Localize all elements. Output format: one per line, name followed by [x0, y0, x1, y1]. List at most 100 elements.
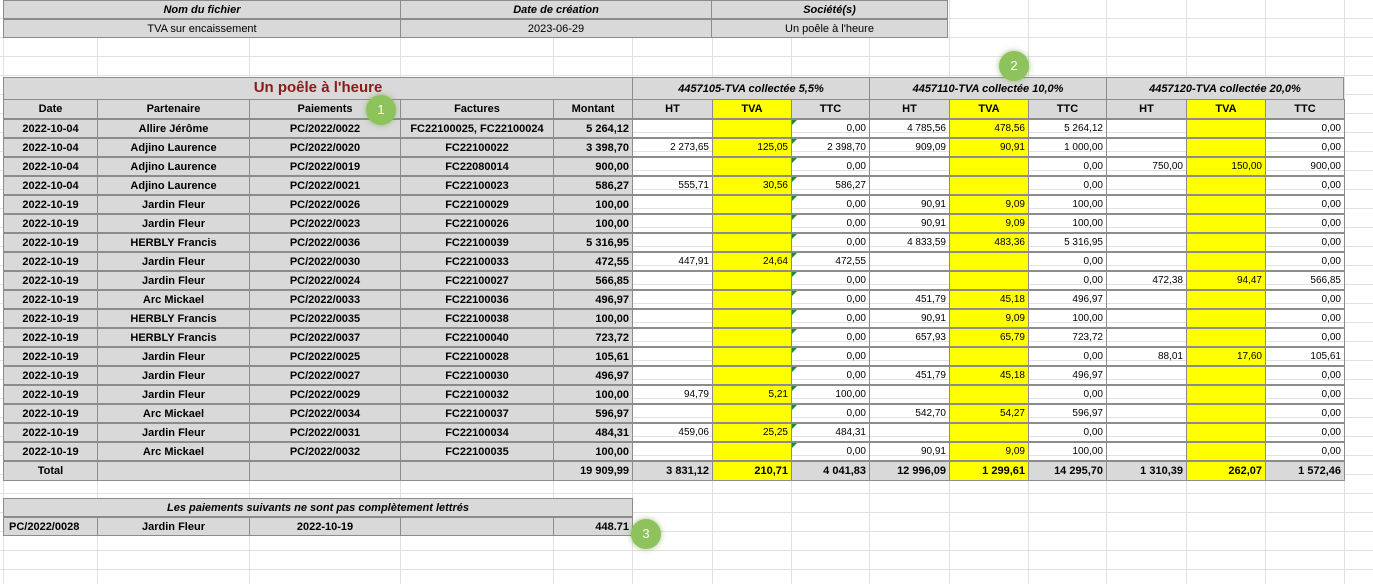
cell-amount[interactable]: 100,00 — [553, 309, 633, 328]
cell-tva-20[interactable]: 94,47 — [1186, 271, 1266, 290]
cell-tva-20[interactable] — [1186, 442, 1266, 461]
cell-tva-5[interactable] — [712, 442, 792, 461]
cell-ttc-5[interactable]: 0,00 — [791, 404, 870, 423]
cell-tva-10[interactable] — [949, 157, 1029, 176]
cell-payment[interactable]: PC/2022/0033 — [249, 290, 401, 309]
cell-tva-10[interactable] — [949, 385, 1029, 404]
cell-invoice[interactable]: FC22100022 — [400, 138, 554, 157]
cell-invoice[interactable]: FC22080014 — [400, 157, 554, 176]
cell-ttc-20[interactable]: 0,00 — [1265, 214, 1345, 233]
cell-invoice[interactable]: FC22100032 — [400, 385, 554, 404]
cell-ht-20[interactable] — [1106, 442, 1187, 461]
cell-tva-5[interactable] — [712, 119, 792, 138]
cell-ht-5[interactable]: 555,71 — [632, 176, 713, 195]
cell-tva-5[interactable] — [712, 157, 792, 176]
cell-date[interactable]: 2022-10-19 — [3, 290, 98, 309]
cell-payment[interactable]: PC/2022/0027 — [249, 366, 401, 385]
cell-ht-20[interactable] — [1106, 328, 1187, 347]
cell-ttc-10[interactable]: 0,00 — [1028, 347, 1107, 366]
cell-partner[interactable]: Allire Jérôme — [97, 119, 250, 138]
cell-tva-20[interactable] — [1186, 423, 1266, 442]
cell-date[interactable]: 2022-10-19 — [3, 423, 98, 442]
cell-ttc-10[interactable]: 5 264,12 — [1028, 119, 1107, 138]
cell-payment[interactable]: PC/2022/0020 — [249, 138, 401, 157]
cell-partner[interactable]: HERBLY Francis — [97, 309, 250, 328]
cell-ht-20[interactable] — [1106, 309, 1187, 328]
cell-tva-10[interactable] — [949, 252, 1029, 271]
cell-ttc-20[interactable]: 0,00 — [1265, 423, 1345, 442]
cell-payment[interactable]: PC/2022/0021 — [249, 176, 401, 195]
cell-ttc-10[interactable]: 0,00 — [1028, 176, 1107, 195]
cell-amount[interactable]: 5 316,95 — [553, 233, 633, 252]
cell-tva-20[interactable] — [1186, 195, 1266, 214]
cell-ttc-5[interactable]: 100,00 — [791, 385, 870, 404]
cell-ht-20[interactable] — [1106, 138, 1187, 157]
cell-ttc-5[interactable]: 0,00 — [791, 442, 870, 461]
cell-date[interactable]: 2022-10-19 — [3, 309, 98, 328]
cell-amount[interactable]: 586,27 — [553, 176, 633, 195]
cell-ht-10[interactable] — [869, 423, 950, 442]
cell-ttc-10[interactable]: 0,00 — [1028, 423, 1107, 442]
cell-ht-20[interactable] — [1106, 119, 1187, 138]
cell-ht-5[interactable] — [632, 328, 713, 347]
cell-partner[interactable]: Jardin Fleur — [97, 252, 250, 271]
cell-invoice[interactable]: FC22100034 — [400, 423, 554, 442]
cell-ttc-5[interactable]: 2 398,70 — [791, 138, 870, 157]
cell-ttc-5[interactable]: 0,00 — [791, 233, 870, 252]
cell-partner[interactable]: Jardin Fleur — [97, 347, 250, 366]
cell-tva-10[interactable]: 9,09 — [949, 309, 1029, 328]
cell-date[interactable]: 2022-10-19 — [3, 442, 98, 461]
cell-tva-10[interactable] — [949, 347, 1029, 366]
cell-tva-20[interactable] — [1186, 119, 1266, 138]
cell-date[interactable]: 2022-10-19 — [3, 271, 98, 290]
cell-ttc-10[interactable]: 0,00 — [1028, 385, 1107, 404]
cell-partner[interactable]: HERBLY Francis — [97, 233, 250, 252]
cell-payment[interactable]: PC/2022/0036 — [249, 233, 401, 252]
cell-ttc-20[interactable]: 0,00 — [1265, 195, 1345, 214]
cell-ttc-5[interactable]: 0,00 — [791, 195, 870, 214]
cell-amount[interactable]: 596,97 — [553, 404, 633, 423]
cell-ht-10[interactable]: 909,09 — [869, 138, 950, 157]
cell-ht-10[interactable] — [869, 157, 950, 176]
cell-partner[interactable]: Adjino Laurence — [97, 176, 250, 195]
cell-ttc-5[interactable]: 0,00 — [791, 157, 870, 176]
cell-payment[interactable]: PC/2022/0024 — [249, 271, 401, 290]
cell-ht-20[interactable]: 472,38 — [1106, 271, 1187, 290]
cell-ht-20[interactable] — [1106, 176, 1187, 195]
cell-tva-10[interactable]: 9,09 — [949, 214, 1029, 233]
cell-partner[interactable]: Jardin Fleur — [97, 195, 250, 214]
cell-ht-10[interactable]: 657,93 — [869, 328, 950, 347]
cell-date[interactable]: 2022-10-19 — [3, 195, 98, 214]
cell-tva-5[interactable] — [712, 366, 792, 385]
cell-payment[interactable]: PC/2022/0019 — [249, 157, 401, 176]
cell-tva-20[interactable] — [1186, 233, 1266, 252]
cell-ht-10[interactable]: 90,91 — [869, 309, 950, 328]
cell-tva-5[interactable] — [712, 233, 792, 252]
cell-payment[interactable]: PC/2022/0023 — [249, 214, 401, 233]
cell-invoice[interactable]: FC22100033 — [400, 252, 554, 271]
cell-ht-20[interactable]: 88,01 — [1106, 347, 1187, 366]
cell-ht-5[interactable] — [632, 290, 713, 309]
cell-invoice[interactable]: FC22100023 — [400, 176, 554, 195]
cell-partner[interactable]: HERBLY Francis — [97, 328, 250, 347]
cell-date[interactable]: 2022-10-19 — [3, 328, 98, 347]
cell-ttc-20[interactable]: 0,00 — [1265, 385, 1345, 404]
cell-payment[interactable]: PC/2022/0035 — [249, 309, 401, 328]
cell-partner[interactable]: Jardin Fleur — [97, 271, 250, 290]
cell-ht-10[interactable] — [869, 385, 950, 404]
cell-ttc-20[interactable]: 0,00 — [1265, 119, 1345, 138]
cell-ht-5[interactable]: 94,79 — [632, 385, 713, 404]
cell-partner[interactable]: Arc Mickael — [97, 290, 250, 309]
cell-amount[interactable]: 100,00 — [553, 214, 633, 233]
cell-tva-5[interactable] — [712, 195, 792, 214]
cell-date[interactable]: 2022-10-19 — [3, 214, 98, 233]
cell-ht-10[interactable]: 90,91 — [869, 195, 950, 214]
meta-value-company[interactable]: Un poêle à l'heure — [711, 19, 948, 38]
cell-ht-5[interactable] — [632, 119, 713, 138]
unlettered-payment[interactable]: PC/2022/0028 — [3, 517, 98, 536]
cell-ht-5[interactable] — [632, 233, 713, 252]
cell-ttc-10[interactable]: 0,00 — [1028, 252, 1107, 271]
cell-ht-10[interactable]: 451,79 — [869, 366, 950, 385]
cell-amount[interactable]: 105,61 — [553, 347, 633, 366]
cell-ht-10[interactable]: 4 833,59 — [869, 233, 950, 252]
